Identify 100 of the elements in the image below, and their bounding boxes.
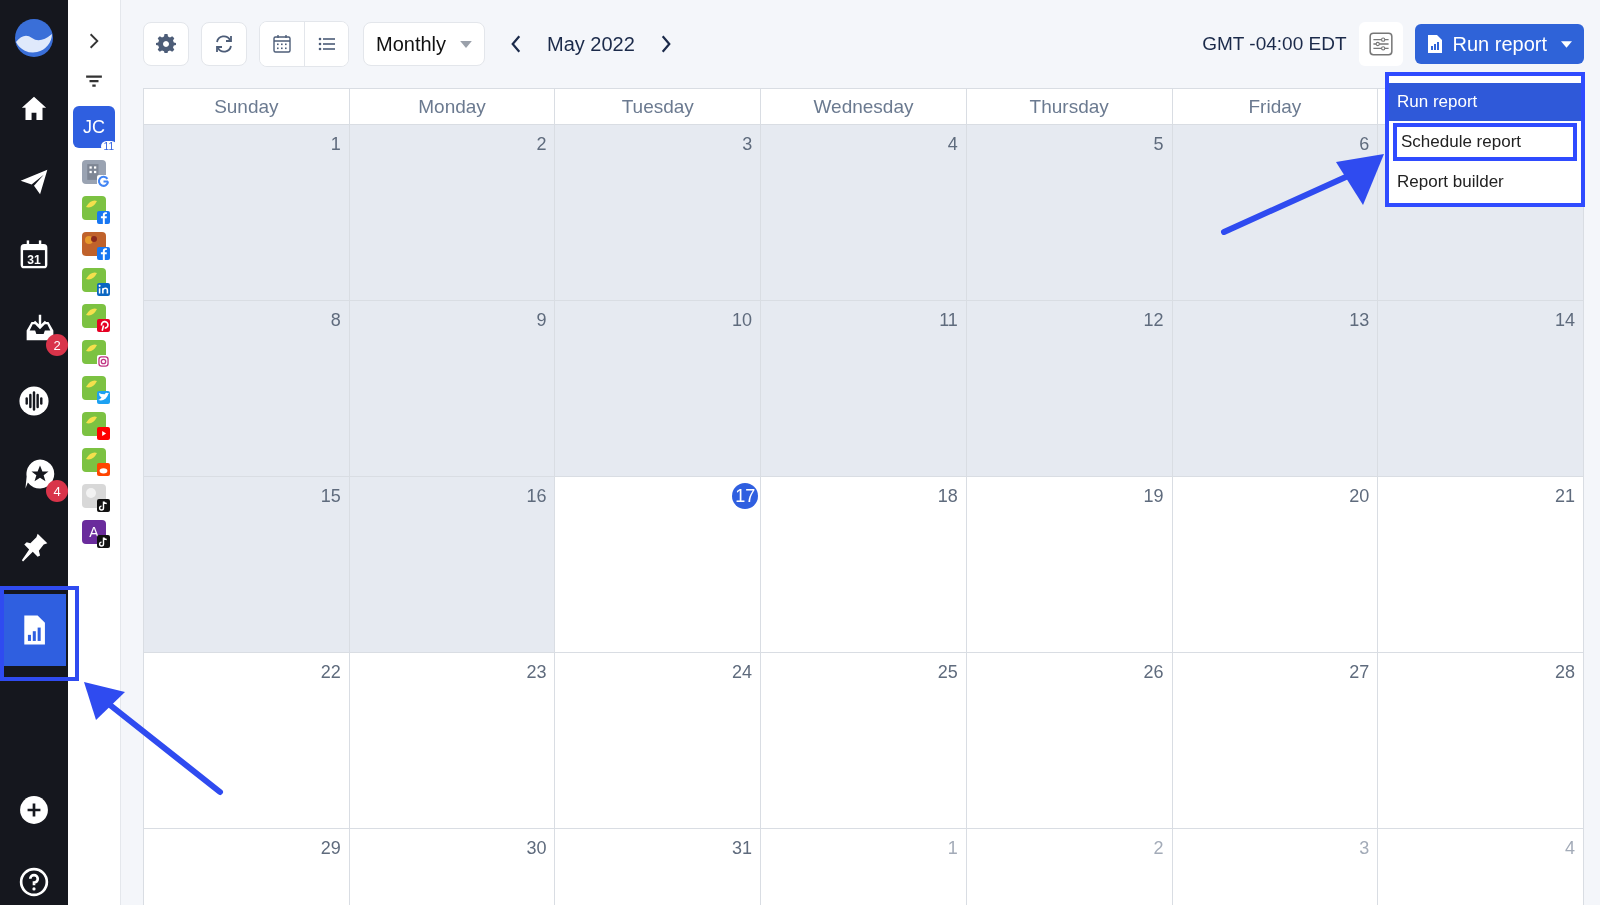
count-badge: 4: [46, 480, 68, 502]
youtube-badge-icon: [97, 427, 110, 440]
add-icon[interactable]: [19, 795, 49, 825]
reddit-badge-icon: [97, 463, 110, 476]
timezone-label: GMT -04:00 EDT: [1202, 33, 1347, 55]
tiktok-badge-icon: [97, 535, 110, 548]
facebook-badge-icon: [97, 247, 110, 260]
caret-icon: [460, 40, 473, 48]
day-number: 30: [526, 837, 547, 860]
day-number: 4: [1564, 837, 1575, 860]
day-cell[interactable]: 14: [1378, 301, 1584, 477]
day-number: 10: [732, 309, 753, 332]
filter-settings-button[interactable]: [1358, 22, 1403, 66]
caret-icon: [1561, 40, 1572, 48]
inbox-nav-item[interactable]: 2: [12, 300, 68, 356]
blank-avatar-icon: [83, 485, 99, 501]
reports-nav-item[interactable]: [2, 594, 66, 666]
day-number: 31: [732, 837, 753, 860]
day-number: 23: [526, 661, 547, 684]
day-number: 25: [937, 661, 958, 684]
sound-wave-icon: [17, 384, 51, 418]
day-number: 28: [1554, 661, 1575, 684]
day-cell[interactable]: 13: [1172, 301, 1379, 477]
count-badge: 2: [46, 334, 68, 356]
day-cell[interactable]: 4: [761, 125, 967, 301]
day-number: 6: [1359, 133, 1370, 156]
day-number: 13: [1349, 309, 1370, 332]
profile-count: 11: [100, 141, 117, 152]
day-cell[interactable]: 25: [761, 653, 967, 829]
day-cell[interactable]: 9: [349, 301, 556, 477]
day-number: 12: [1143, 309, 1164, 332]
settings-icon: [156, 34, 176, 54]
day-number: 2: [1153, 837, 1164, 860]
day-cell[interactable]: 11: [761, 301, 967, 477]
day-number: 5: [1153, 133, 1164, 156]
facebook-badge-icon: [97, 211, 110, 224]
google-badge-icon: [97, 175, 110, 188]
avatar-initials: JC: [83, 116, 105, 138]
avatar-letter: A: [89, 524, 99, 540]
day-number: 3: [742, 133, 753, 156]
day-cell[interactable]: 6: [1172, 125, 1379, 301]
run-report-button[interactable]: Run report: [1414, 24, 1584, 64]
menu-item[interactable]: Run report: [1389, 83, 1581, 121]
day-cell[interactable]: 16: [349, 477, 556, 653]
day-cell[interactable]: 28: [1378, 653, 1584, 829]
day-number: 26: [1143, 661, 1164, 684]
refresh-button[interactable]: [201, 22, 247, 66]
pinterest-badge-icon: [97, 319, 110, 332]
filter-icon[interactable]: [85, 72, 103, 90]
calendar-icon: [272, 34, 292, 54]
day-number: 2: [536, 133, 547, 156]
view-mode-dropdown[interactable]: Monthly: [363, 22, 486, 66]
day-number: 8: [330, 309, 341, 332]
day-number: 27: [1349, 661, 1370, 684]
menu-item[interactable]: Schedule report: [1393, 123, 1577, 161]
day-number: 15: [320, 485, 341, 508]
day-cell[interactable]: 2: [349, 125, 556, 301]
day-cell[interactable]: 12: [966, 301, 1173, 477]
day-number: 29: [320, 837, 341, 860]
today-date: 17: [732, 483, 759, 509]
month-title: May 2022: [547, 32, 635, 56]
settings-button[interactable]: [143, 22, 189, 66]
day-cell[interactable]: 22: [144, 653, 350, 829]
sliders-icon: [1367, 31, 1394, 57]
day-cell[interactable]: 21: [1378, 477, 1584, 653]
day-cell[interactable]: 20: [1172, 477, 1379, 653]
tiktok-badge-icon: [97, 499, 110, 512]
day-cell[interactable]: 15: [144, 477, 350, 653]
day-cell[interactable]: 18: [761, 477, 967, 653]
day-number: 3: [1359, 837, 1370, 860]
day-cell[interactable]: 19: [966, 477, 1173, 653]
day-cell[interactable]: 1: [144, 125, 350, 301]
refresh-icon: [214, 34, 234, 54]
day-number: 1: [330, 133, 341, 156]
day-cell[interactable]: 3: [555, 125, 762, 301]
menu-item[interactable]: Report builder: [1389, 163, 1581, 201]
twitter-badge-icon: [97, 391, 110, 404]
day-number: 20: [1349, 485, 1370, 508]
reviews-nav-item[interactable]: 4: [12, 446, 68, 502]
day-number: 16: [526, 485, 547, 508]
help-icon[interactable]: [19, 867, 49, 897]
day-cell[interactable]: 17: [555, 477, 762, 653]
day-number: 24: [732, 661, 753, 684]
day-number: 21: [1554, 485, 1575, 508]
linkedin-badge-icon: [97, 283, 110, 296]
day-cell[interactable]: 26: [966, 653, 1173, 829]
day-number: 11: [939, 309, 958, 332]
day-number: 9: [536, 309, 547, 332]
day-number: 4: [947, 133, 958, 156]
day-cell[interactable]: 24: [555, 653, 762, 829]
instagram-badge-icon: [97, 355, 110, 368]
day-cell[interactable]: 5: [966, 125, 1173, 301]
list-view-button[interactable]: [304, 22, 348, 66]
report-icon: [1426, 34, 1443, 54]
day-number: 19: [1143, 485, 1164, 508]
app-logo-icon[interactable]: [14, 18, 54, 58]
day-cell[interactable]: 8: [144, 301, 350, 477]
day-cell[interactable]: 23: [349, 653, 556, 829]
day-cell[interactable]: 27: [1172, 653, 1379, 829]
day-cell[interactable]: 10: [555, 301, 762, 477]
